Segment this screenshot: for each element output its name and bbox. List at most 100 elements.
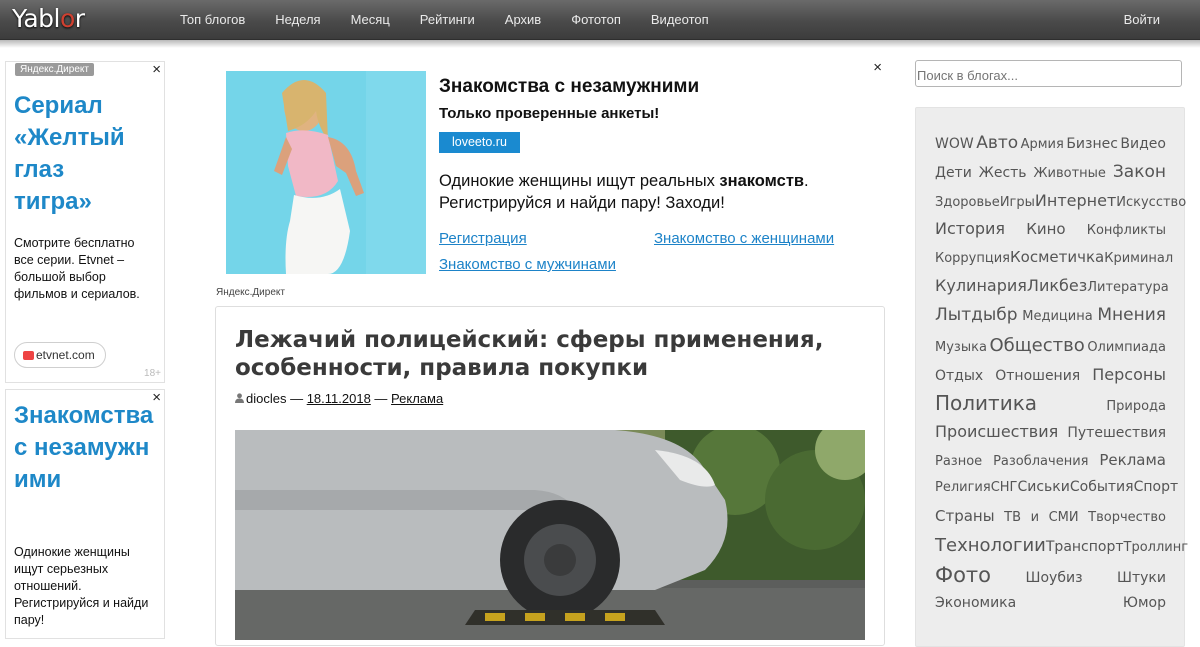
tag-link[interactable]: Персоны	[1092, 365, 1166, 384]
user-icon	[235, 393, 244, 403]
left-ad-1[interactable]: Яндекс.Директ × Сериал «Желтый глаз тигр…	[5, 61, 165, 383]
tag-link[interactable]: Страны	[935, 507, 995, 525]
tag-link[interactable]: Медицина	[1022, 309, 1092, 324]
tag-row: Происшествия Путешествия	[935, 422, 1166, 441]
tag-row: Дети Жесть Животные Закон	[935, 162, 1166, 182]
tag-link[interactable]: Путешествия	[1067, 425, 1166, 441]
tag-link[interactable]: Транспорт	[1046, 539, 1124, 555]
tag-link[interactable]: и	[1031, 510, 1039, 525]
link-registration[interactable]: Регистрация	[439, 230, 527, 247]
nav-month[interactable]: Месяц	[336, 0, 405, 40]
tag-row: WOW Авто Армия Бизнес Видео	[935, 133, 1166, 153]
tag-link[interactable]: Авто	[976, 133, 1018, 153]
nav-video-top[interactable]: Видеотоп	[636, 0, 724, 40]
article-meta: diocles — 18.11.2018 — Реклама	[235, 391, 443, 406]
direct-ad-domain-button[interactable]: loveeto.ru	[439, 132, 520, 153]
tag-link[interactable]: Спорт	[1134, 479, 1179, 495]
tag-link[interactable]: Конфликты	[1087, 223, 1166, 238]
tag-link[interactable]: Штуки	[1117, 570, 1166, 586]
nav-top-blogs[interactable]: Топ блогов	[165, 0, 260, 40]
tag-link[interactable]: Политика	[935, 391, 1037, 415]
tag-link[interactable]: Сиськи	[1017, 479, 1069, 495]
tag-link[interactable]: Криминал	[1104, 251, 1173, 266]
yandex-direct-label: Яндекс.Директ	[216, 287, 285, 298]
tag-link[interactable]: Музыка	[935, 340, 987, 355]
tag-link[interactable]: Кулинария	[935, 276, 1027, 295]
article-author[interactable]: diocles	[246, 391, 286, 406]
tag-link[interactable]: Шоубиз	[1026, 570, 1083, 586]
tag-link[interactable]: Олимпиада	[1087, 340, 1166, 355]
ad-title[interactable]: Знакомства с незамужними	[14, 400, 162, 496]
ad-title[interactable]: Сериал «Желтый глаз тигра»	[14, 90, 144, 218]
tag-link[interactable]: Интернет	[1035, 191, 1116, 210]
tag-link[interactable]: Видео	[1120, 136, 1166, 152]
search-input[interactable]	[915, 60, 1182, 87]
tag-link[interactable]: Творчество	[1088, 510, 1166, 525]
close-icon[interactable]: ×	[873, 59, 882, 76]
meta-separator: —	[286, 391, 307, 406]
tag-link[interactable]: Фото	[935, 563, 991, 587]
login-link[interactable]: Войти	[1124, 0, 1160, 39]
direct-ad-subtitle: Только проверенные анкеты!	[439, 105, 660, 122]
tag-link[interactable]: Отдых	[935, 368, 983, 384]
tag-link[interactable]: Армия	[1021, 137, 1064, 152]
nav-week[interactable]: Неделя	[260, 0, 335, 40]
age-rating-badge: 18+	[144, 368, 161, 379]
tag-link[interactable]: Закон	[1113, 162, 1166, 182]
nav-archive[interactable]: Архив	[490, 0, 556, 40]
tag-link[interactable]: Общество	[989, 335, 1084, 356]
direct-ad-banner[interactable]: × Знакомства с незамужними Только провер…	[215, 59, 887, 282]
tag-link[interactable]: Здоровье	[935, 195, 1000, 210]
ad-text: Смотрите бесплатно все серии. Etvnet – б…	[14, 236, 140, 301]
tag-link[interactable]: Косметичка	[1010, 248, 1104, 266]
tag-row: Отдых Отношения Персоны	[935, 365, 1166, 384]
link-meet-men[interactable]: Знакомство с мужчинами	[439, 256, 616, 273]
close-icon[interactable]: ×	[152, 61, 161, 78]
tag-link[interactable]: СНГ	[991, 480, 1018, 495]
link-meet-women[interactable]: Знакомство с женщинами	[654, 230, 834, 247]
tag-link[interactable]: Бизнес	[1066, 136, 1118, 152]
tag-link[interactable]: Разоблачения	[993, 454, 1088, 469]
article-photo	[235, 430, 865, 640]
tag-row: Разное Разоблачения Реклама	[935, 451, 1166, 469]
tag-link[interactable]: События	[1070, 479, 1134, 495]
site-logo[interactable]: Yablor	[12, 4, 85, 33]
tag-link[interactable]: Троллинг	[1124, 540, 1189, 555]
article-date[interactable]: 18.11.2018	[307, 391, 371, 406]
tag-link[interactable]: Литература	[1087, 280, 1169, 295]
tag-link[interactable]: Отношения	[995, 368, 1080, 384]
tag-link[interactable]: Происшествия	[935, 422, 1058, 441]
tag-link[interactable]: Технологии	[935, 535, 1046, 556]
tag-link[interactable]: Экономика	[935, 595, 1016, 611]
tag-link[interactable]: Кино	[1026, 220, 1065, 238]
left-ad-2[interactable]: × Знакомства с незамужними Одинокие женщ…	[5, 389, 165, 639]
tag-link[interactable]: Игры	[1000, 195, 1035, 210]
direct-ad-title[interactable]: Знакомства с незамужними	[439, 76, 699, 98]
tag-link[interactable]: Религия	[935, 480, 991, 495]
tag-link[interactable]: Искусство	[1116, 195, 1186, 210]
tag-link[interactable]: Жесть	[979, 165, 1027, 181]
tag-row: Кулинария Ликбез Литература	[935, 276, 1169, 295]
tag-link[interactable]: СМИ	[1049, 510, 1079, 525]
ad-domain-button[interactable]: etvnet.com	[14, 342, 106, 368]
nav-photo-top[interactable]: Фототоп	[556, 0, 636, 40]
tag-cloud: WOW Авто Армия Бизнес Видео Дети Жесть Животные…	[915, 107, 1188, 647]
tag-link[interactable]: Юмор	[1123, 595, 1166, 611]
tag-link[interactable]: Лытдыбр	[935, 305, 1018, 325]
tag-link[interactable]: Дети	[935, 165, 972, 181]
nav-ratings[interactable]: Рейтинги	[405, 0, 490, 40]
tag-link[interactable]: Реклама	[1099, 451, 1166, 469]
tag-link[interactable]: Ликбез	[1027, 276, 1087, 295]
tag-link[interactable]: Коррупция	[935, 251, 1010, 266]
ad-photo[interactable]	[226, 71, 426, 274]
tag-link[interactable]: Животные	[1034, 166, 1106, 181]
tag-link[interactable]: WOW	[935, 136, 974, 152]
tag-link[interactable]: Природа	[1106, 399, 1166, 414]
article-title[interactable]: Лежачий полицейский: сферы применения, о…	[235, 326, 835, 382]
tag-link[interactable]: Разное	[935, 454, 982, 469]
article-category[interactable]: Реклама	[391, 391, 443, 406]
tag-link[interactable]: Мнения	[1097, 305, 1166, 325]
direct-ad-text-bold: знакомств	[719, 172, 805, 190]
tag-link[interactable]: ТВ	[1004, 510, 1021, 525]
tag-link[interactable]: История	[935, 219, 1005, 238]
